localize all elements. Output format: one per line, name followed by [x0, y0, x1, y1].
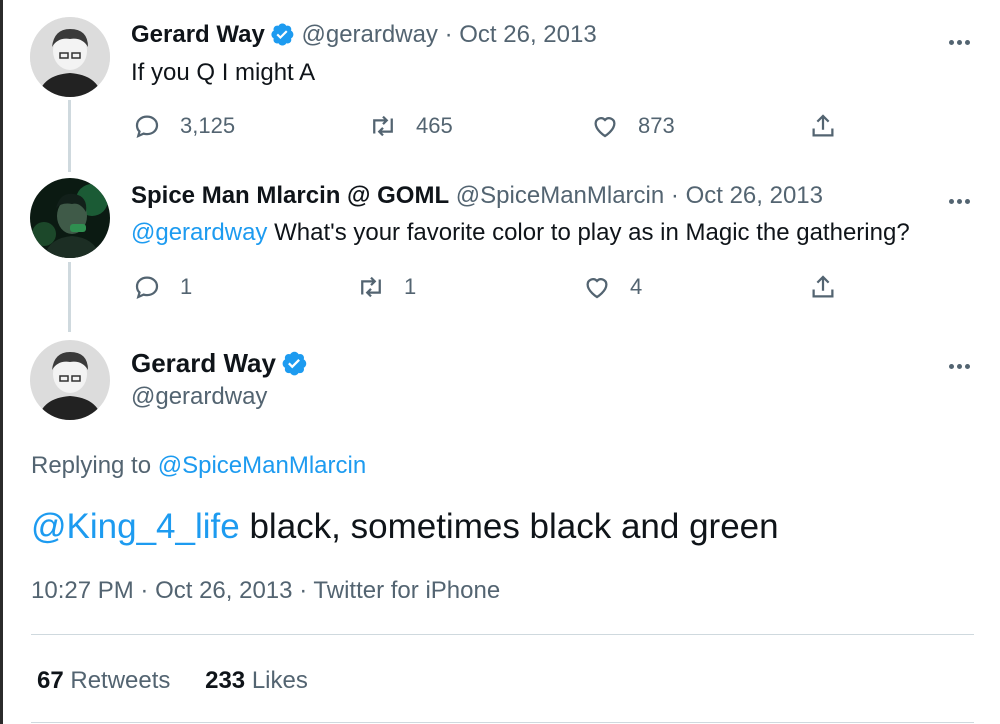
avatar[interactable]: [30, 340, 110, 420]
thread-connector-line: [68, 100, 71, 172]
verified-badge-icon: [282, 351, 307, 376]
retweet-total: 67: [37, 667, 64, 694]
reply-count: 3,125: [180, 113, 236, 138]
tweet-date[interactable]: Oct 26, 2013: [155, 577, 292, 604]
avatar[interactable]: [30, 178, 110, 258]
verified-badge-icon: [271, 23, 294, 46]
user-photo-green-icon: [30, 178, 110, 258]
tweet-header: Gerard Way @gerardway · Oct 26, 2013: [131, 20, 597, 50]
like-button[interactable]: 4: [582, 270, 642, 304]
retweet-label: Retweets: [70, 667, 171, 694]
share-icon: [812, 114, 834, 137]
user-photo-icon: [30, 17, 110, 97]
like-icon: [594, 117, 616, 138]
author-handle[interactable]: @gerardway: [131, 382, 267, 412]
more-icon[interactable]: [946, 187, 970, 207]
share-icon: [812, 275, 834, 298]
avatar[interactable]: [30, 17, 110, 97]
like-label: Likes: [251, 667, 308, 694]
tweet-date[interactable]: Oct 26, 2013: [459, 21, 596, 48]
user-photo-icon: [30, 340, 110, 420]
tweet-text: If you Q I might A: [131, 59, 316, 86]
reply-icon: [135, 115, 159, 138]
tweet-body: black, sometimes black and green: [249, 507, 779, 546]
retweets-stat[interactable]: 67 Retweets: [37, 667, 170, 694]
likes-stat[interactable]: 233 Likes: [205, 667, 308, 694]
focused-tweet-text: @King_4_life black, sometimes black and …: [31, 505, 779, 549]
author-handle[interactable]: @gerardway: [302, 21, 438, 48]
reply-button[interactable]: 1: [132, 270, 192, 304]
tweet-date[interactable]: Oct 26, 2013: [686, 182, 823, 209]
more-icon[interactable]: [946, 352, 970, 372]
like-total: 233: [205, 667, 246, 694]
replying-label: Replying to: [31, 452, 152, 479]
tweet-source[interactable]: Twitter for iPhone: [313, 577, 500, 604]
retweet-count: 465: [416, 113, 453, 138]
mention-link[interactable]: @King_4_life: [31, 507, 240, 546]
tweet-text: @gerardway What's your favorite color to…: [131, 218, 910, 248]
replying-to-link[interactable]: @SpiceManMlarcin: [158, 452, 366, 479]
reply-count: 1: [180, 274, 193, 299]
engagement-stats: 67 Retweets 233 Likes: [37, 666, 308, 696]
divider: [31, 722, 974, 723]
share-button[interactable]: [808, 270, 856, 304]
like-icon: [586, 278, 608, 299]
retweet-button[interactable]: 465: [368, 109, 453, 143]
separator-dot: ·: [299, 577, 308, 604]
retweet-icon: [361, 276, 381, 298]
tweet-body: What's your favorite color to play as in…: [274, 219, 910, 246]
mention-link[interactable]: @gerardway: [131, 219, 267, 246]
separator-dot: ·: [670, 182, 679, 209]
author-name[interactable]: Spice Man Mlarcin @ GOML: [131, 182, 449, 209]
tweet-meta: 10:27 PM · Oct 26, 2013 · Twitter for iP…: [31, 576, 500, 606]
thread-connector-line: [68, 262, 71, 332]
like-count: 4: [630, 274, 643, 299]
author-name[interactable]: Gerard Way: [131, 21, 265, 48]
window-edge: [0, 0, 3, 724]
reply-button[interactable]: 3,125: [132, 109, 235, 143]
share-button[interactable]: [808, 109, 856, 143]
retweet-button[interactable]: 1: [356, 270, 416, 304]
separator-dot: ·: [444, 21, 453, 48]
replying-to: Replying to @SpiceManMlarcin: [31, 451, 366, 481]
tweet-header: Spice Man Mlarcin @ GOML @SpiceManMlarci…: [131, 181, 823, 211]
focused-author: Gerard Way: [131, 346, 308, 380]
like-button[interactable]: 873: [590, 109, 675, 143]
reply-icon: [135, 276, 159, 299]
like-count: 873: [638, 113, 675, 138]
tweet-time[interactable]: 10:27 PM: [31, 577, 134, 604]
divider: [31, 634, 974, 635]
author-handle[interactable]: @SpiceManMlarcin: [456, 182, 664, 209]
more-icon[interactable]: [946, 28, 970, 48]
retweet-icon: [373, 115, 393, 137]
author-name[interactable]: Gerard Way: [131, 348, 276, 378]
retweet-count: 1: [404, 274, 417, 299]
separator-dot: ·: [140, 577, 149, 604]
